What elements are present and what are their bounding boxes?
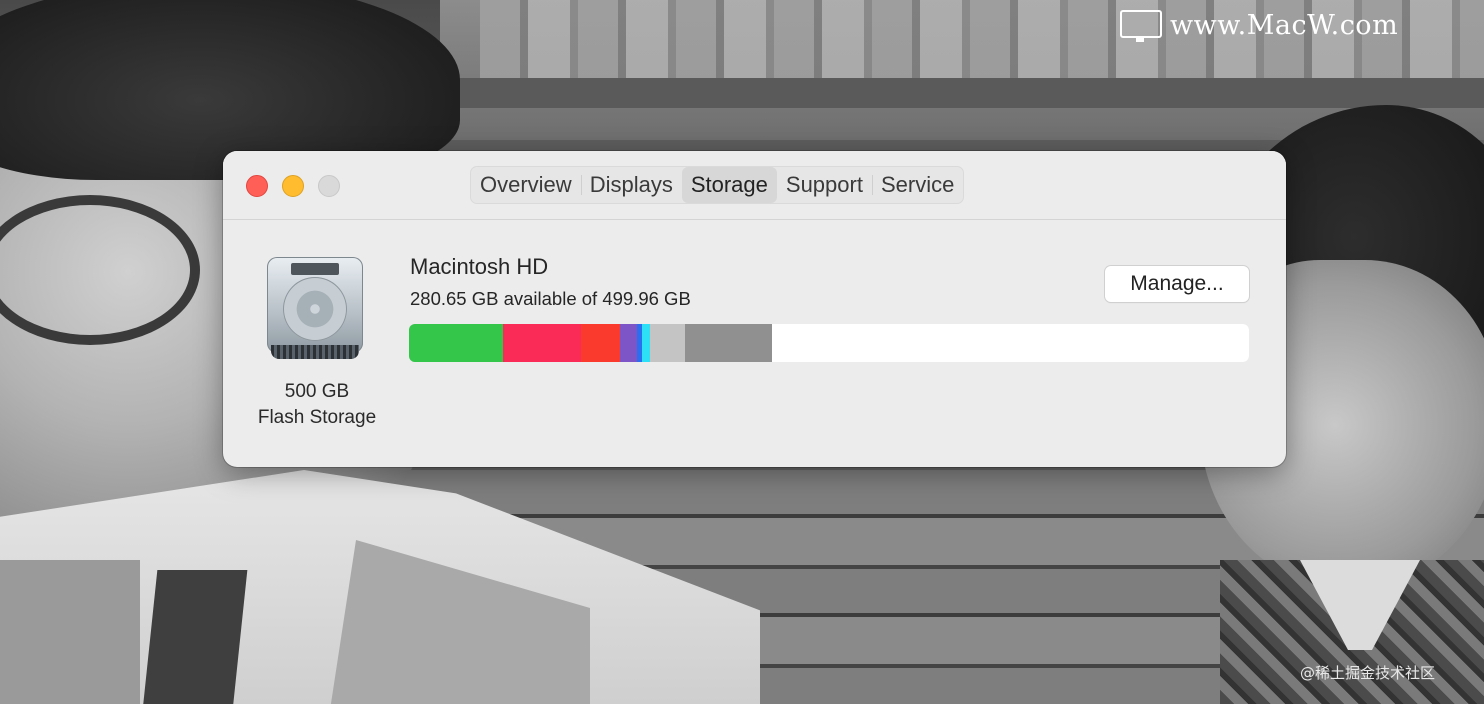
tab-service[interactable]: Service	[871, 167, 963, 203]
usage-segment-3	[581, 324, 620, 362]
zoom-button[interactable]	[318, 175, 340, 197]
about-this-mac-window: Overview Displays Storage Support Servic…	[223, 151, 1286, 467]
disk-type: Flash Storage	[257, 407, 377, 428]
hard-disk-icon	[265, 255, 365, 363]
usage-segment-1	[409, 324, 503, 362]
tab-support[interactable]: Support	[777, 167, 872, 203]
usage-segment-7	[650, 324, 685, 362]
site-watermark: www.MacW.com	[1118, 8, 1398, 42]
volume-availability: 280.65 GB available of 499.96 GB	[410, 288, 691, 309]
storage-usage-bar	[409, 324, 1249, 362]
tab-bar: Overview Displays Storage Support Servic…	[470, 166, 965, 204]
usage-segment-6	[642, 324, 650, 362]
manage-button[interactable]: Manage...	[1105, 266, 1249, 302]
footer-watermark: @稀土掘金技术社区	[1300, 664, 1436, 682]
tab-overview[interactable]: Overview	[471, 167, 581, 203]
monitor-icon	[1118, 8, 1162, 42]
minimize-button[interactable]	[282, 175, 304, 197]
volume-name: Macintosh HD	[410, 254, 549, 279]
background-tie	[142, 570, 248, 704]
usage-segment-free	[772, 324, 1249, 362]
background-sill	[440, 78, 1484, 108]
tab-storage[interactable]: Storage	[681, 167, 777, 203]
title-bar: Overview Displays Storage Support Servic…	[223, 151, 1286, 220]
background-vest-left	[0, 560, 140, 704]
tab-displays[interactable]: Displays	[580, 167, 682, 203]
usage-segment-8	[685, 324, 772, 362]
watermark-text: www.MacW.com	[1170, 9, 1399, 41]
usage-segment-2	[503, 324, 581, 362]
disk-capacity: 500 GB	[284, 381, 350, 402]
close-button[interactable]	[246, 175, 268, 197]
usage-segment-4	[620, 324, 637, 362]
